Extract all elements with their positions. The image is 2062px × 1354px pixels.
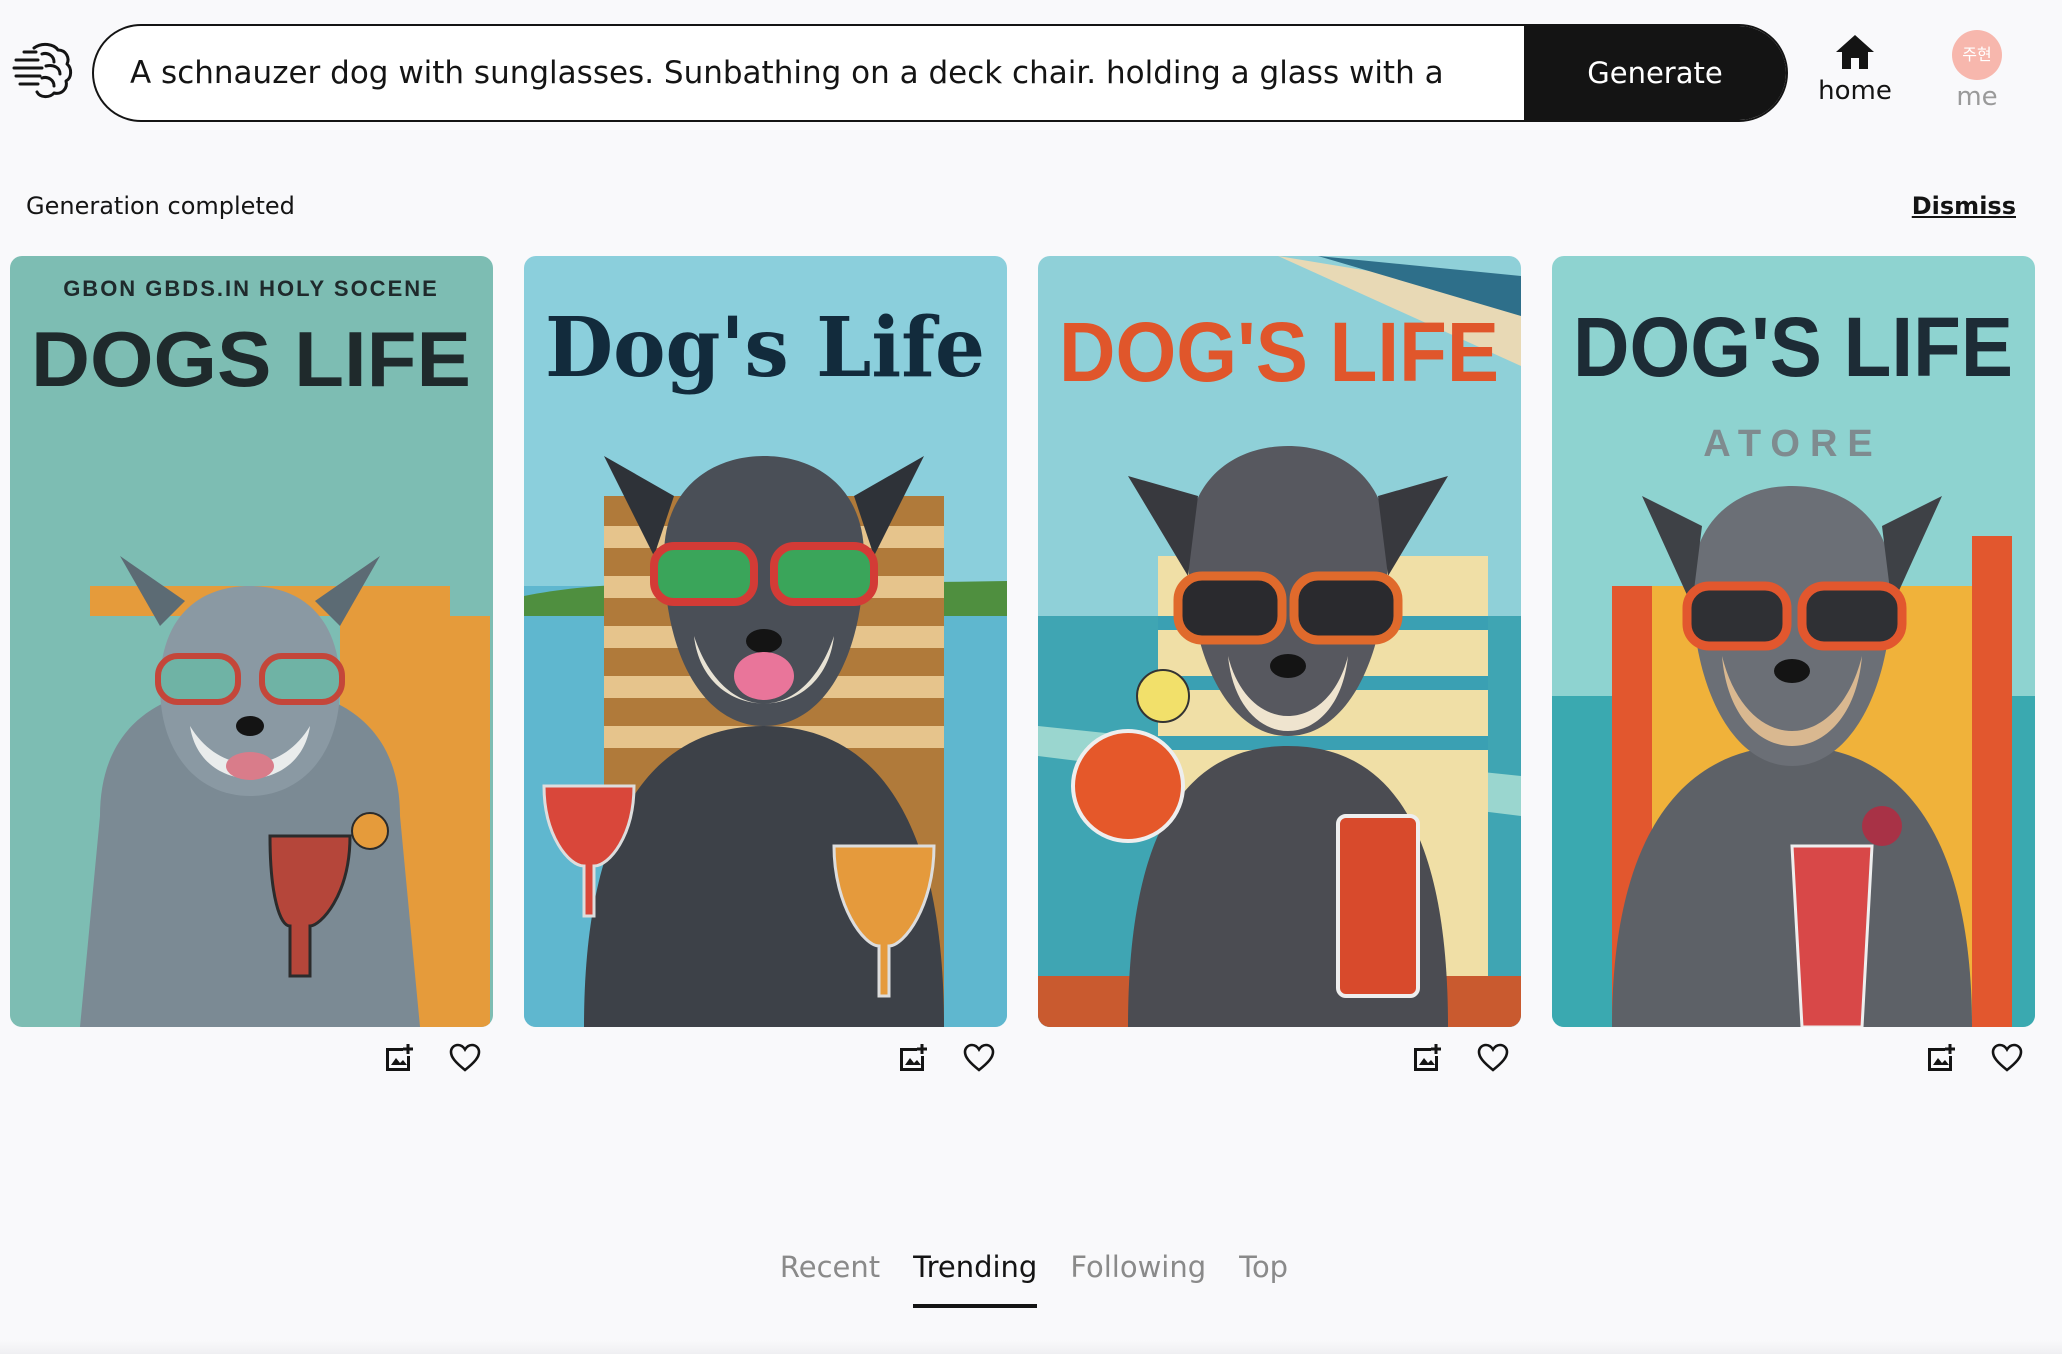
- poster-title: DOG'S LIFE: [1573, 300, 2013, 394]
- tab-trending[interactable]: Trending: [913, 1250, 1038, 1308]
- card-actions: [897, 1042, 995, 1076]
- home-icon: [1836, 35, 1874, 69]
- generated-image[interactable]: Dog's Life: [524, 256, 1007, 1027]
- heart-icon[interactable]: [1477, 1042, 1509, 1074]
- add-image-icon[interactable]: [897, 1042, 929, 1074]
- avatar: 주현: [1952, 30, 2002, 80]
- heart-icon[interactable]: [963, 1042, 995, 1074]
- prompt-bar: Generate: [92, 24, 1788, 122]
- home-label: home: [1818, 76, 1892, 106]
- card-actions: [383, 1042, 481, 1076]
- tab-following[interactable]: Following: [1070, 1250, 1206, 1308]
- bottom-divider: [0, 1340, 2062, 1354]
- generated-image[interactable]: DOGS LIFE GBON GBDS.IN HOLY SOCENE: [10, 256, 493, 1027]
- feed-tabs: Recent Trending Following Top: [0, 1250, 2062, 1308]
- top-bar: Generate home 주현 me: [0, 0, 2062, 145]
- nav-home[interactable]: home: [1810, 32, 1900, 112]
- tab-top[interactable]: Top: [1239, 1250, 1288, 1308]
- generated-image[interactable]: DOG'S LIFE ATORE: [1552, 256, 2035, 1027]
- poster-title: DOG'S LIFE: [1059, 305, 1499, 399]
- heart-icon[interactable]: [449, 1042, 481, 1074]
- nav-me[interactable]: 주현 me: [1932, 30, 2022, 114]
- add-image-icon[interactable]: [1925, 1042, 1957, 1074]
- heart-icon[interactable]: [1991, 1042, 2023, 1074]
- generated-image[interactable]: DOG'S LIFE: [1038, 256, 1521, 1027]
- tab-recent[interactable]: Recent: [780, 1250, 880, 1308]
- poster-title: Dog's Life: [545, 300, 985, 396]
- generated-image-card: DOG'S LIFE ATORE: [1552, 256, 2035, 1096]
- card-actions: [1411, 1042, 1509, 1076]
- me-label: me: [1956, 82, 1998, 112]
- dismiss-link[interactable]: Dismiss: [1912, 192, 2016, 220]
- generated-image-card: DOG'S LIFE: [1038, 256, 1521, 1096]
- brain-icon[interactable]: [12, 38, 76, 102]
- generated-image-card: DOGS LIFE GBON GBDS.IN HOLY SOCENE: [10, 256, 493, 1096]
- generate-button[interactable]: Generate: [1524, 26, 1786, 120]
- card-actions: [1925, 1042, 2023, 1076]
- add-image-icon[interactable]: [383, 1042, 415, 1074]
- poster-title: DOGS LIFE: [31, 315, 471, 403]
- generated-images-grid: DOGS LIFE GBON GBDS.IN HOLY SOCENE Dog's…: [10, 256, 2040, 1096]
- poster-subtitle: ATORE: [1703, 423, 1883, 465]
- add-image-icon[interactable]: [1411, 1042, 1443, 1074]
- poster-subtitle: GBON GBDS.IN HOLY SOCENE: [63, 276, 439, 301]
- prompt-input[interactable]: [94, 26, 1524, 120]
- generation-status: Generation completed: [26, 192, 295, 220]
- generated-image-card: Dog's Life: [524, 256, 1007, 1096]
